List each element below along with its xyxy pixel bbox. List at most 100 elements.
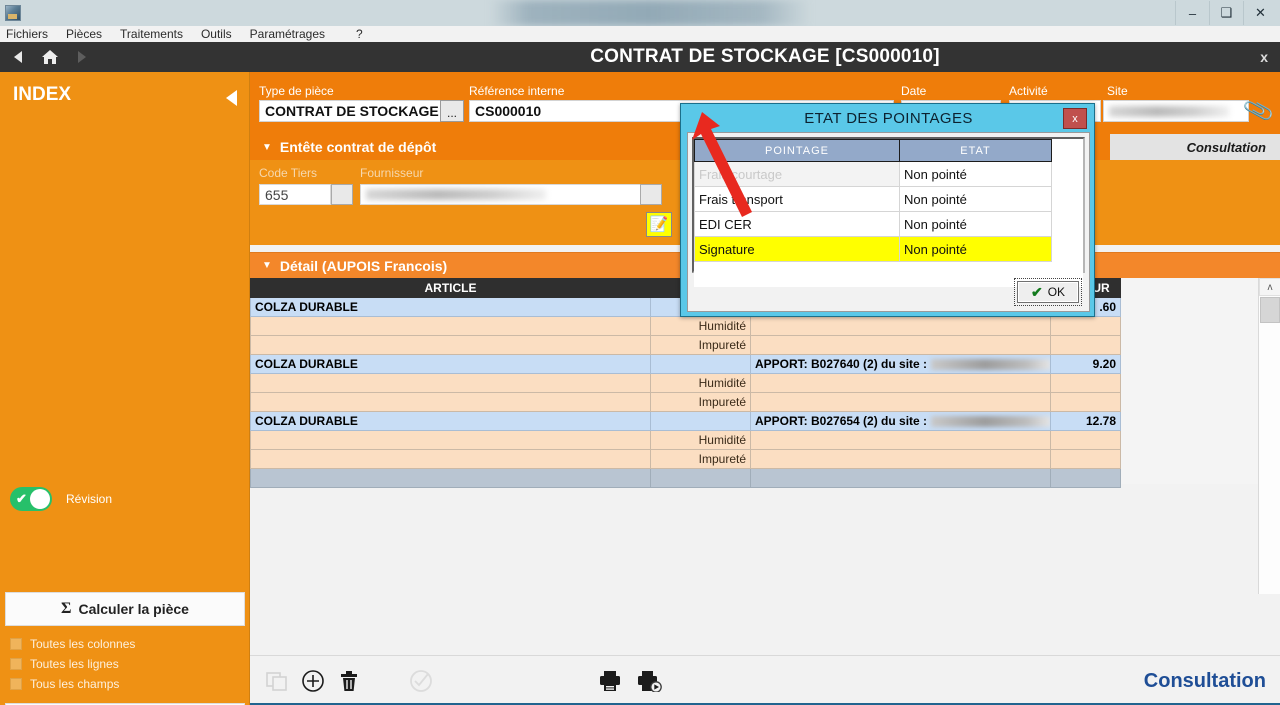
dialog-close-button[interactable]: x [1063, 108, 1087, 129]
checkbox-all-columns[interactable]: Toutes les colonnes [10, 637, 135, 651]
page-title: CONTRAT DE STOCKAGE [CS000010] [590, 46, 939, 68]
site-input[interactable] [1103, 100, 1249, 122]
cell-article [251, 469, 651, 488]
pointage-row[interactable]: EDI CER Non pointé [695, 212, 1083, 237]
minimize-button[interactable]: – [1175, 1, 1209, 25]
chevron-left-icon[interactable] [226, 90, 237, 106]
label-site: Site [1107, 84, 1128, 98]
cell-value: 12.78 [1051, 412, 1121, 431]
home-icon [41, 49, 59, 65]
table-row[interactable]: Humidité [251, 431, 1121, 450]
pointage-grid-frame: POINTAGE ETAT Frais courtage Non pointé … [692, 137, 1085, 273]
home-button[interactable] [34, 42, 66, 72]
label-type-de-piece: Type de pièce [259, 84, 334, 98]
type-de-piece-picker-button[interactable]: ... [440, 100, 464, 122]
pointage-row[interactable]: Frais courtage Non pointé [695, 162, 1083, 187]
menu-item-pieces[interactable]: Pièces [57, 26, 111, 42]
col-article: ARTICLE [251, 279, 651, 298]
close-icon: ✕ [1255, 5, 1266, 21]
cell-value [1051, 431, 1121, 450]
label-reference-interne: Référence interne [469, 84, 564, 98]
pointage-spacer [1052, 212, 1083, 237]
vertical-scrollbar[interactable]: ʌ [1258, 278, 1280, 594]
table-row[interactable]: COLZA DURABLE APPORT: B027654 (2) du sit… [251, 412, 1121, 431]
print-button[interactable] [597, 668, 623, 694]
pointage-row-selected[interactable]: Signature Non pointé [695, 237, 1083, 262]
caret-down-icon: ▼ [262, 142, 272, 153]
cell-apport [751, 469, 1051, 488]
scroll-up-button[interactable]: ʌ [1259, 278, 1280, 296]
maximize-button[interactable]: ❑ [1209, 1, 1243, 25]
cell-value [1051, 450, 1121, 469]
checkbox-all-fields[interactable]: Tous les champs [10, 677, 119, 691]
forward-button[interactable] [66, 42, 98, 72]
code-tiers-input[interactable]: 655 [259, 184, 331, 205]
scrollbar-thumb[interactable] [1260, 297, 1280, 323]
menu-item-traitements[interactable]: Traitements [111, 26, 192, 42]
delete-button[interactable] [336, 668, 362, 694]
dialog-ok-label: OK [1048, 285, 1065, 299]
sidebar: INDEX ✔ Révision Σ Calculer la pièce Tou… [0, 72, 250, 705]
apport-text: APPORT: B027654 (2) du site : [755, 414, 927, 428]
apport-site-redacted [931, 359, 1050, 370]
menu-item-help[interactable]: ? [334, 26, 372, 42]
window-controls: – ❑ ✕ [1175, 0, 1280, 26]
window-titlebar: – ❑ ✕ [0, 0, 1280, 26]
calculate-piece-button[interactable]: Σ Calculer la pièce [5, 592, 245, 626]
etat-des-pointages-dialog: ETAT DES POINTAGES x POINTAGE ETAT Frais… [680, 103, 1095, 317]
table-row[interactable]: Humidité [251, 374, 1121, 393]
cell-article [251, 393, 651, 412]
checkbox-all-rows[interactable]: Toutes les lignes [10, 657, 119, 671]
cell-value [1051, 393, 1121, 412]
pointage-row[interactable]: Frais transport Non pointé [695, 187, 1083, 212]
cell-article [251, 374, 651, 393]
bottom-toolbar: Consultation [250, 655, 1280, 705]
type-de-piece-input[interactable]: CONTRAT DE STOCKAGE [259, 100, 444, 122]
menu-item-parametrages[interactable]: Paramétrages [241, 26, 334, 42]
note-clipboard-icon: 📝 [650, 217, 669, 232]
cell-article [251, 317, 651, 336]
table-row[interactable]: COLZA DURABLE APPORT: B027640 (2) du sit… [251, 355, 1121, 374]
dialog-ok-button[interactable]: ✔ OK [1017, 281, 1079, 303]
checkbox-icon [10, 638, 22, 650]
code-tiers-picker-button[interactable] [331, 184, 353, 205]
copy-icon [266, 670, 288, 692]
fournisseur-input[interactable] [360, 184, 660, 205]
cell-info [651, 469, 751, 488]
document-close-button[interactable]: x [1260, 49, 1268, 65]
copy-button[interactable] [264, 668, 290, 694]
menu-item-fichiers[interactable]: Fichiers [0, 26, 57, 42]
arrow-left-icon [14, 51, 22, 63]
print-preview-button[interactable] [637, 668, 663, 694]
pointage-name: EDI CER [695, 212, 900, 237]
pointage-name: Frais courtage [695, 162, 900, 187]
cell-value: 9.20 [1051, 355, 1121, 374]
note-button[interactable]: 📝 [646, 212, 672, 237]
label-date: Date [901, 84, 926, 98]
back-button[interactable] [2, 42, 34, 72]
cell-apport [751, 336, 1051, 355]
table-row[interactable]: Humidité [251, 317, 1121, 336]
cell-article [251, 336, 651, 355]
cell-value [1051, 336, 1121, 355]
close-button[interactable]: ✕ [1243, 1, 1277, 25]
toggle-knob [30, 489, 50, 509]
menu-item-outils[interactable]: Outils [192, 26, 241, 42]
pointage-etat: Non pointé [900, 162, 1052, 187]
cell-value [1051, 317, 1121, 336]
table-row[interactable]: Impureté [251, 450, 1121, 469]
app-icon [5, 5, 21, 21]
pointage-etat: Non pointé [900, 237, 1052, 262]
cell-apport [751, 431, 1051, 450]
section-detail-title: Détail (AUPOIS Francois) [280, 258, 447, 274]
fournisseur-picker-button[interactable] [640, 184, 662, 205]
validate-button[interactable] [408, 668, 434, 694]
revision-toggle[interactable]: ✔ [10, 487, 52, 511]
add-button[interactable] [300, 668, 326, 694]
print-icon [598, 670, 622, 692]
pointage-name [695, 262, 900, 287]
table-row[interactable]: Impureté [251, 336, 1121, 355]
cell-info: Humidité [651, 317, 751, 336]
table-row[interactable]: Impureté [251, 393, 1121, 412]
pointage-spacer [1052, 162, 1083, 187]
